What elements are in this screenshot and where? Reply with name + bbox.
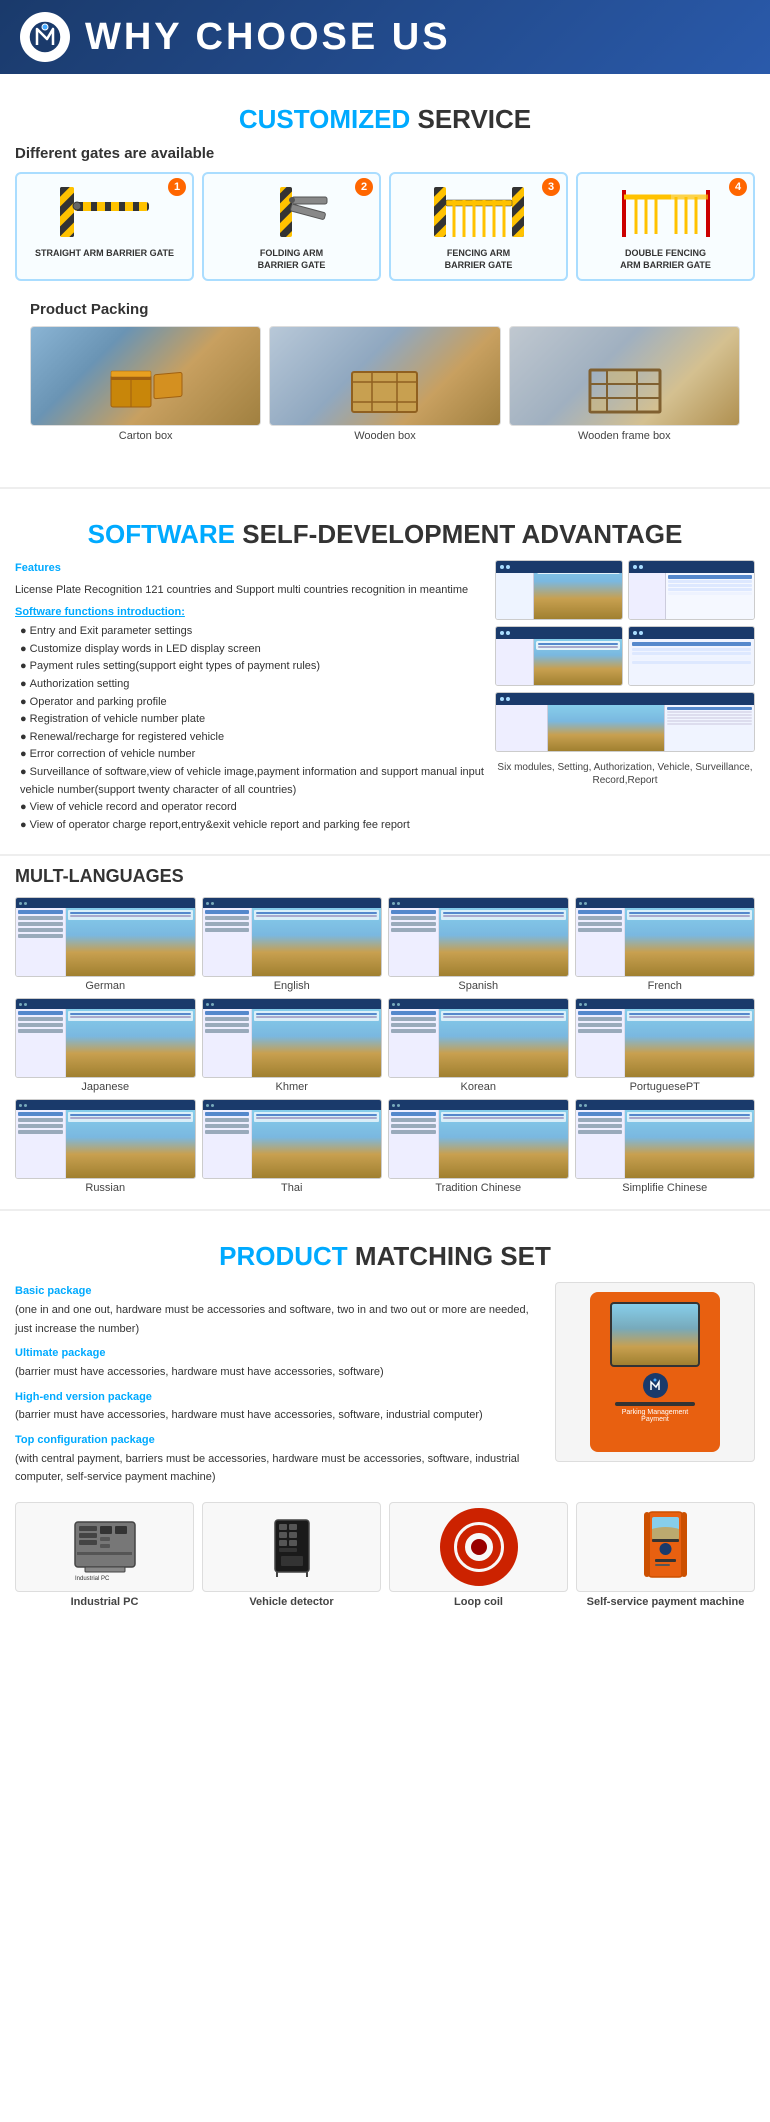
list-item: Payment rules setting(support eight type… [20, 658, 485, 676]
lang-japanese: Japanese [15, 998, 196, 1093]
product-machine: Parking ManagementPayment [555, 1282, 755, 1462]
list-item: Entry and Exit parameter settings [20, 623, 485, 641]
lang-korean: Korean [388, 998, 569, 1093]
machine-slot [615, 1402, 695, 1406]
header-logo [20, 12, 70, 62]
product-info: Basic package (one in and one out, hardw… [15, 1282, 755, 1487]
features-text: License Plate Recognition 121 countries … [15, 582, 485, 600]
list-item: Registration of vehicle number plate [20, 711, 485, 729]
functions-title: Software functions introduction: [15, 604, 485, 622]
header-title: WHY CHOOSE US [85, 16, 451, 59]
svg-text:Industrial PC: Industrial PC [75, 1576, 110, 1582]
lang-russian: Russian [15, 1099, 196, 1194]
lang-spanish: Spanish [388, 897, 569, 992]
lang-label-french: French [575, 980, 756, 992]
lang-thai: Thai [202, 1099, 383, 1194]
lang-label-khmer: Khmer [202, 1081, 383, 1093]
functions-list: Entry and Exit parameter settings Custom… [15, 623, 485, 834]
gate-1-label: STRAIGHT ARM BARRIER GATE [21, 248, 188, 260]
customized-service-section: CUSTOMIZED SERVICE Different gates are a… [0, 74, 770, 477]
list-item: Renewal/recharge for registered vehicle [20, 729, 485, 747]
lang-label-english: English [202, 980, 383, 992]
lang-label-russian: Russian [15, 1182, 196, 1194]
gate-3-label: FENCING ARMBARRIER GATE [395, 248, 562, 271]
hardware-lc: Loop coil [389, 1502, 568, 1608]
packing-frame-label: Wooden frame box [509, 430, 740, 442]
software-title: SOFTWARE SELF-DEVELOPMENT ADVANTAGE [15, 499, 755, 560]
lang-portuguesept: PortuguesePT [575, 998, 756, 1093]
list-item: Operator and parking profile [20, 694, 485, 712]
languages-title: MULT-LANGUAGES [15, 866, 755, 887]
list-item: Error correction of vehicle number [20, 746, 485, 764]
screenshot-2 [628, 560, 756, 620]
machine-text: Parking ManagementPayment [617, 1409, 694, 1423]
lang-simplifie-chinese: Simplifie Chinese [575, 1099, 756, 1194]
lang-tradition-chinese: Tradition Chinese [388, 1099, 569, 1194]
lang-french: French [575, 897, 756, 992]
lang-label-simplifie-chinese: Simplifie Chinese [575, 1182, 756, 1194]
hardware-ipc-label: Industrial PC [15, 1596, 194, 1608]
customized-title: CUSTOMIZED SERVICE [15, 84, 755, 145]
hardware-pm-label: Self-service payment machine [576, 1596, 755, 1608]
gate-4: 4 [576, 172, 755, 281]
gate-4-label: DOUBLE FENCINGARM BARRIER GATE [582, 248, 749, 271]
packing-title: Product Packing [30, 301, 740, 318]
list-item: Surveillance of software,view of vehicle… [20, 764, 485, 799]
packing-carton: Carton box [30, 326, 261, 442]
screenshot-5 [495, 692, 755, 752]
software-section: SOFTWARE SELF-DEVELOPMENT ADVANTAGE Feat… [0, 487, 770, 854]
packing-section: Product Packing Carton box [15, 296, 755, 457]
gates-grid: 1 [15, 172, 755, 281]
gate-3: 3 [389, 172, 568, 281]
lang-label-german: German [15, 980, 196, 992]
hardware-vd-label: Vehicle detector [202, 1596, 381, 1608]
list-item: Authorization setting [20, 676, 485, 694]
screenshot-caption: Six modules, Setting, Authorization, Veh… [495, 761, 755, 787]
hardware-lc-label: Loop coil [389, 1596, 568, 1608]
hardware-vd: Vehicle detector [202, 1502, 381, 1608]
lang-label-korean: Korean [388, 1081, 569, 1093]
product-title: PRODUCT MATCHING SET [15, 1221, 755, 1282]
gates-subtitle: Different gates are available [15, 145, 755, 162]
header-section: WHY CHOOSE US [0, 0, 770, 74]
hardware-pm: Self-service payment machine [576, 1502, 755, 1608]
gate-1: 1 [15, 172, 194, 281]
hardware-ipc: Industrial PC Industrial PC [15, 1502, 194, 1608]
screenshot-4 [628, 626, 756, 686]
screenshot-3 [495, 626, 623, 686]
gate-2: 2 FOLDING ARMBARRIER GATE [202, 172, 381, 281]
languages-grid: German [15, 897, 755, 1194]
machine-logo [643, 1373, 668, 1398]
packing-carton-label: Carton box [30, 430, 261, 442]
languages-section: MULT-LANGUAGES [0, 854, 770, 1209]
packing-frame: Wooden frame box [509, 326, 740, 442]
screenshot-1 [495, 560, 623, 620]
lang-khmer: Khmer [202, 998, 383, 1093]
lang-german: German [15, 897, 196, 992]
lang-english: English [202, 897, 383, 992]
packing-grid: Carton box Wood [30, 326, 740, 442]
packing-wooden: Wooden box [269, 326, 500, 442]
hardware-grid: Industrial PC Industrial PC [15, 1502, 755, 1608]
lang-label-portuguesept: PortuguesePT [575, 1081, 756, 1093]
list-item: Customize display words in LED display s… [20, 641, 485, 659]
machine-screen [610, 1302, 700, 1367]
packing-wooden-label: Wooden box [269, 430, 500, 442]
lang-label-japanese: Japanese [15, 1081, 196, 1093]
product-packages: Basic package (one in and one out, hardw… [15, 1282, 540, 1487]
features-title: Features [15, 560, 485, 578]
software-text: Features License Plate Recognition 121 c… [15, 560, 485, 834]
list-item: View of operator charge report,entry&exi… [20, 817, 485, 835]
software-screenshots: Six modules, Setting, Authorization, Veh… [495, 560, 755, 834]
product-section: PRODUCT MATCHING SET Basic package (one … [0, 1209, 770, 1628]
machine-body: Parking ManagementPayment [590, 1292, 720, 1452]
software-content: Features License Plate Recognition 121 c… [15, 560, 755, 834]
gate-2-label: FOLDING ARMBARRIER GATE [208, 248, 375, 271]
lang-label-thai: Thai [202, 1182, 383, 1194]
list-item: View of vehicle record and operator reco… [20, 799, 485, 817]
lang-label-tradition-chinese: Tradition Chinese [388, 1182, 569, 1194]
lang-label-spanish: Spanish [388, 980, 569, 992]
